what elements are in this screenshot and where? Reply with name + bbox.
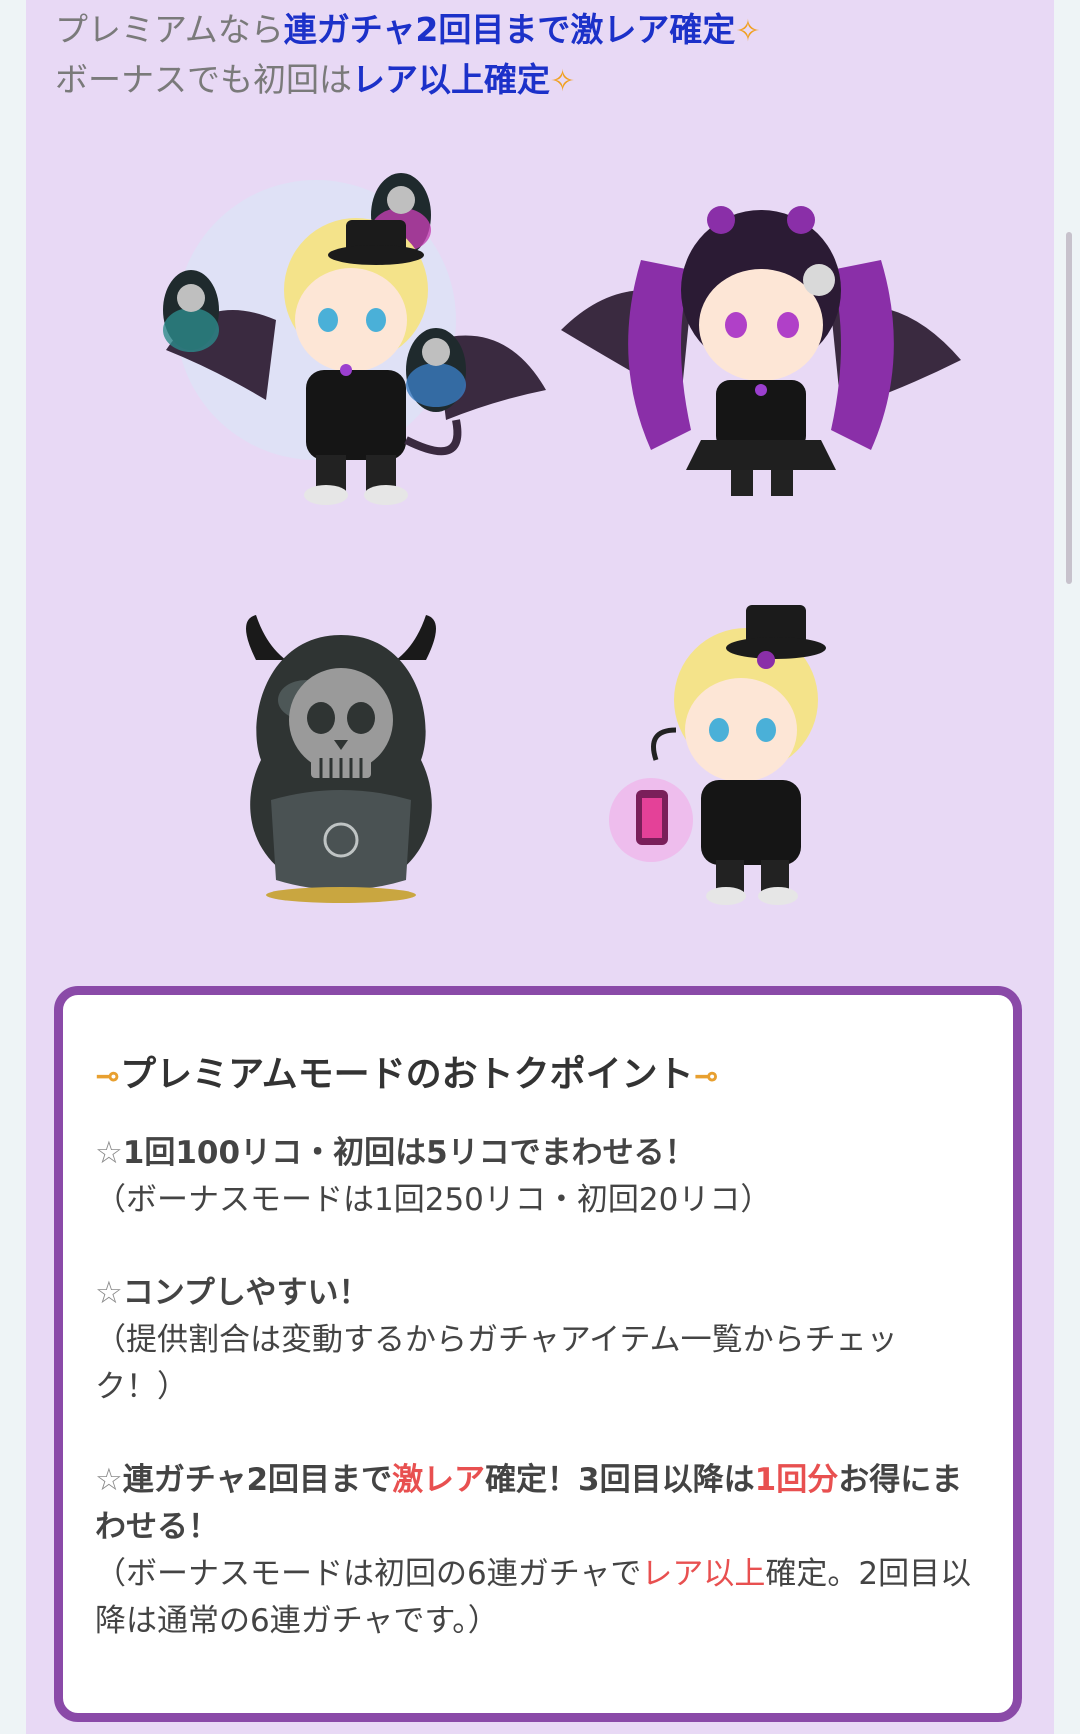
intro-line-2: ボーナスでも初回はレア以上確定✧	[55, 60, 576, 99]
card-title: ⊸プレミアムモードのおトクポイント⊸	[95, 1054, 719, 1095]
skull-matryoshka-doll	[246, 615, 436, 903]
star-icon: ☆	[95, 1462, 123, 1498]
devil-boy-avatar-with-dolls	[163, 173, 546, 505]
star-icon: ☆	[95, 1275, 123, 1311]
scrollbar[interactable]	[1066, 232, 1072, 584]
star-icon: ☆	[95, 1135, 123, 1171]
sparkle-icon: ✧	[735, 14, 761, 49]
intro-line-1: プレミアムなら連ガチャ2回目まで激レア確定✧	[55, 10, 761, 49]
point-2: ☆コンプしやすい！ （提供割合は変動するからガチャアイテム一覧からチェッ ク！）	[95, 1275, 898, 1405]
halo-icon: ⊸	[693, 1059, 719, 1094]
sparkle-icon: ✧	[550, 64, 576, 99]
boy-avatar-with-lantern	[609, 605, 826, 905]
devil-girl-avatar	[561, 206, 961, 496]
point-3: ☆連ガチャ2回目まで激レア確定！3回目以降は1回分お得にま わせる！ （ボーナス…	[95, 1462, 972, 1639]
content-panel: プレミアムなら連ガチャ2回目まで激レア確定✧ ボーナスでも初回はレア以上確定✧	[26, 0, 1054, 1734]
intro-text: プレミアムなら連ガチャ2回目まで激レア確定✧ ボーナスでも初回はレア以上確定✧	[55, 6, 760, 106]
premium-points-card: ⊸プレミアムモードのおトクポイント⊸ ☆1回100リコ・初回は5リコでまわせる！…	[54, 986, 1022, 1722]
point-1: ☆1回100リコ・初回は5リコでまわせる！ （ボーナスモードは1回250リコ・初…	[95, 1135, 772, 1218]
halo-icon: ⊸	[95, 1059, 121, 1094]
